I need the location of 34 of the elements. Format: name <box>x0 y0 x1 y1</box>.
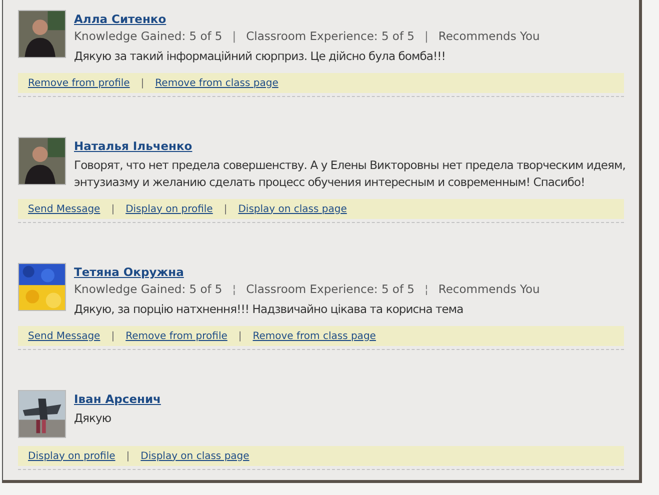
review-text: Дякую, за порцію натхнення!!! Надзвичайно цікава та корисна тема <box>74 301 464 318</box>
rating-text: Classroom Experience: 5 of 5 <box>246 281 414 298</box>
reviewer-name-link[interactable]: Наталья Ільченко <box>74 138 192 154</box>
separator: ¦ <box>231 281 238 298</box>
review-text: Дякую за такий інформаційний сюрприз. Це дійсно була бомба!!! <box>74 48 446 65</box>
action-link[interactable]: Display on class page <box>238 202 347 216</box>
action-link[interactable]: Display on profile <box>126 202 213 216</box>
separator: | <box>237 330 243 344</box>
action-link[interactable]: Remove from profile <box>28 76 130 90</box>
action-link[interactable]: Remove from class page <box>155 76 278 90</box>
reviewer-name-link[interactable]: Тетяна Окружна <box>74 264 184 280</box>
action-link[interactable]: Send Message <box>28 202 100 216</box>
action-link[interactable]: Remove from profile <box>126 328 228 344</box>
separator: | <box>231 28 238 45</box>
rating-text: Recommends You <box>438 28 540 45</box>
rating-text: Knowledge Gained: 5 of 5 <box>74 281 222 298</box>
separator: | <box>423 28 430 45</box>
separator: ¦ <box>423 281 430 298</box>
action-link[interactable]: Display on class page <box>140 448 250 464</box>
separator: | <box>222 202 228 216</box>
separator: | <box>110 330 116 344</box>
separator: | <box>140 76 146 90</box>
separator: | <box>110 202 116 216</box>
action-link[interactable]: Display on profile <box>28 448 116 464</box>
rating-text: Classroom Experience: 5 of 5 <box>246 28 414 45</box>
reviewer-name-link[interactable]: Іван Арсенич <box>74 391 161 407</box>
rating-text: Knowledge Gained: 5 of 5 <box>74 28 222 45</box>
action-link[interactable]: Send Message <box>28 328 100 344</box>
separator: | <box>125 450 131 464</box>
review-text: Дякую <box>74 410 112 427</box>
rating-text: Recommends You <box>438 281 540 298</box>
reviewer-name-link[interactable]: Алла Ситенко <box>74 11 166 27</box>
action-link[interactable]: Remove from class page <box>252 328 376 344</box>
review-text: Говорят, что нет предела совершенству. А у Елены Викторовны нет предела творческим идеям, энтузиазму и желанию сделать процесс обучения интересным и современным! Спасибо! <box>74 157 626 191</box>
